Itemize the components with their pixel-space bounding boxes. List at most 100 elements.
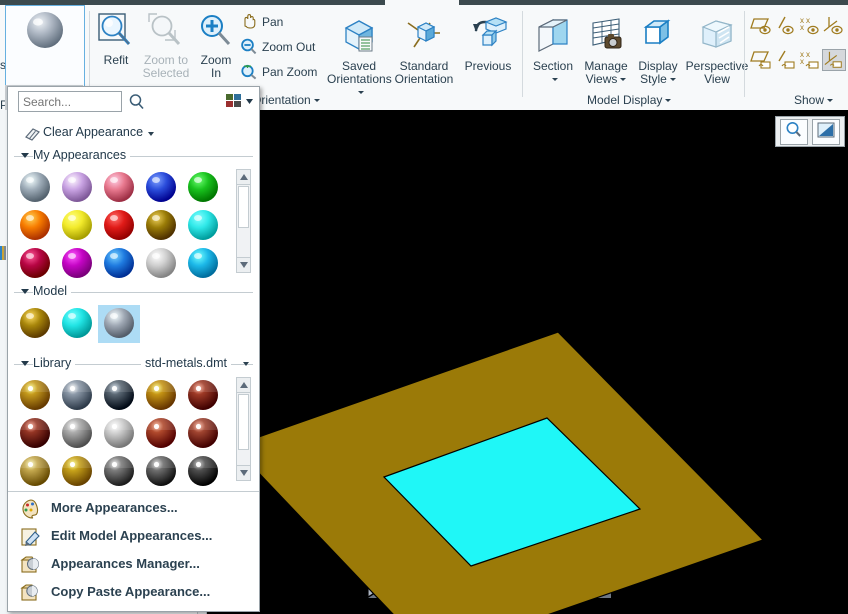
- swatch[interactable]: [140, 169, 182, 207]
- appearances-button[interactable]: [5, 5, 85, 86]
- menu-item-appearances-manager[interactable]: Appearances Manager...: [8, 551, 259, 579]
- swatch[interactable]: [140, 207, 182, 245]
- chevron-down-icon[interactable]: [313, 99, 320, 103]
- show-axes-icon[interactable]: [774, 15, 798, 37]
- chevron-down-icon[interactable]: [243, 362, 249, 366]
- section-header-library[interactable]: Library std-metals.dmt: [14, 355, 253, 373]
- view-mode-button[interactable]: [226, 93, 254, 109]
- magnifier-icon: [785, 121, 803, 142]
- swatch[interactable]: [14, 169, 56, 207]
- swatch[interactable]: [98, 377, 140, 415]
- model-display-group-label: Model Display: [587, 93, 672, 107]
- swatch[interactable]: [14, 415, 56, 453]
- saved-orientations-icon: [327, 15, 391, 60]
- chevron-down-icon[interactable]: [357, 91, 364, 95]
- hide-csys-icon[interactable]: [822, 49, 846, 71]
- swatch[interactable]: [14, 245, 56, 283]
- swatch[interactable]: [182, 453, 224, 491]
- triangle-down-icon[interactable]: [21, 153, 29, 158]
- menu-item-copy-paste-appearance[interactable]: Copy Paste Appearance...: [8, 579, 259, 607]
- swatch[interactable]: [140, 453, 182, 491]
- swatch[interactable]: [182, 245, 224, 283]
- saved-orientations-button[interactable]: Saved Orientations: [327, 15, 392, 99]
- 3d-viewport[interactable]: [207, 110, 848, 614]
- chevron-down-icon[interactable]: [551, 78, 558, 82]
- hide-points-icon[interactable]: x x x: [798, 49, 822, 71]
- perspective-view-label-2: View: [704, 72, 730, 86]
- hide-planes-icon[interactable]: [750, 49, 774, 71]
- swatch[interactable]: [140, 377, 182, 415]
- section-caret-row[interactable]: [526, 73, 580, 86]
- show-csys-icon[interactable]: [822, 15, 846, 37]
- section-button[interactable]: Section: [526, 15, 580, 86]
- display-style-button[interactable]: Display Style: [632, 15, 684, 86]
- scroll-up-arrow[interactable]: [237, 170, 250, 185]
- show-planes-icon[interactable]: [750, 15, 774, 37]
- scrollbar-library[interactable]: [236, 377, 251, 481]
- scrollbar-thumb[interactable]: [238, 394, 249, 450]
- swatch[interactable]: [14, 453, 56, 491]
- swatch[interactable]: [56, 169, 98, 207]
- swatch[interactable]: [140, 415, 182, 453]
- standard-orientation-button[interactable]: Standard Orientation: [392, 15, 456, 86]
- swatch[interactable]: [182, 169, 224, 207]
- chevron-down-icon[interactable]: [665, 99, 672, 103]
- shade-tool[interactable]: [812, 118, 840, 145]
- swatch[interactable]: [182, 377, 224, 415]
- menu-item-more-appearances[interactable]: More Appearances...: [8, 495, 259, 523]
- triangle-down-icon[interactable]: [21, 289, 29, 294]
- svg-text:x: x: [806, 16, 810, 25]
- swatch[interactable]: [182, 207, 224, 245]
- swatch[interactable]: [98, 415, 140, 453]
- previous-view-button[interactable]: Previous: [458, 15, 518, 73]
- swatch[interactable]: [56, 377, 98, 415]
- section-header-my-appearances[interactable]: My Appearances: [14, 147, 253, 165]
- perspective-view-button[interactable]: Perspective View: [684, 15, 750, 86]
- scroll-down-arrow[interactable]: [237, 257, 250, 272]
- refit-button[interactable]: Refit: [92, 11, 140, 67]
- swatch[interactable]: [56, 453, 98, 491]
- zoom-tool[interactable]: [780, 118, 808, 145]
- scrollbar-thumb[interactable]: [238, 186, 249, 228]
- swatch[interactable]: [14, 377, 56, 415]
- swatch[interactable]: [56, 245, 98, 283]
- chevron-down-icon[interactable]: [620, 78, 627, 82]
- swatch-selected[interactable]: [98, 305, 140, 343]
- hide-axes-icon[interactable]: [774, 49, 798, 71]
- docked-panel-tab-indicator[interactable]: [0, 246, 7, 260]
- swatch[interactable]: [14, 207, 56, 245]
- display-style-label-2: Style: [632, 73, 684, 86]
- triangle-down-icon[interactable]: [21, 361, 29, 366]
- zoom-to-selected-button[interactable]: Zoom to Selected: [139, 11, 193, 80]
- chevron-down-icon[interactable]: [669, 78, 676, 82]
- swatch[interactable]: [140, 245, 182, 283]
- chevron-down-icon[interactable]: [148, 132, 154, 136]
- scroll-up-arrow[interactable]: [237, 378, 250, 393]
- swatch[interactable]: [98, 169, 140, 207]
- chevron-down-icon[interactable]: [827, 99, 834, 103]
- zoom-in-button[interactable]: Zoom In: [194, 11, 238, 80]
- scroll-down-arrow[interactable]: [237, 465, 250, 480]
- zoom-to-selected-label-2: Selected: [142, 66, 190, 80]
- section-header-model[interactable]: Model: [14, 283, 253, 301]
- refit-label: Refit: [103, 53, 129, 67]
- flyout-search-row: [8, 87, 259, 121]
- clear-appearance-row[interactable]: Clear Appearance: [8, 121, 259, 147]
- swatch[interactable]: [14, 305, 56, 343]
- swatch-row: [14, 305, 253, 343]
- swatch[interactable]: [98, 453, 140, 491]
- menu-item-edit-model-appearances[interactable]: Edit Model Appearances...: [8, 523, 259, 551]
- flyout-menu: More Appearances... Edit Model Appearanc…: [8, 491, 259, 611]
- search-input[interactable]: [18, 91, 122, 112]
- swatch[interactable]: [56, 415, 98, 453]
- swatch-row: [14, 169, 253, 207]
- scrollbar-my-appearances[interactable]: [236, 169, 251, 273]
- swatch[interactable]: [98, 245, 140, 283]
- search-icon[interactable]: [128, 93, 146, 114]
- swatch[interactable]: [56, 305, 98, 343]
- show-points-icon[interactable]: x x x: [798, 15, 822, 37]
- swatch[interactable]: [98, 207, 140, 245]
- swatch[interactable]: [56, 207, 98, 245]
- swatch[interactable]: [182, 415, 224, 453]
- manage-views-button[interactable]: Manage Views: [580, 15, 632, 86]
